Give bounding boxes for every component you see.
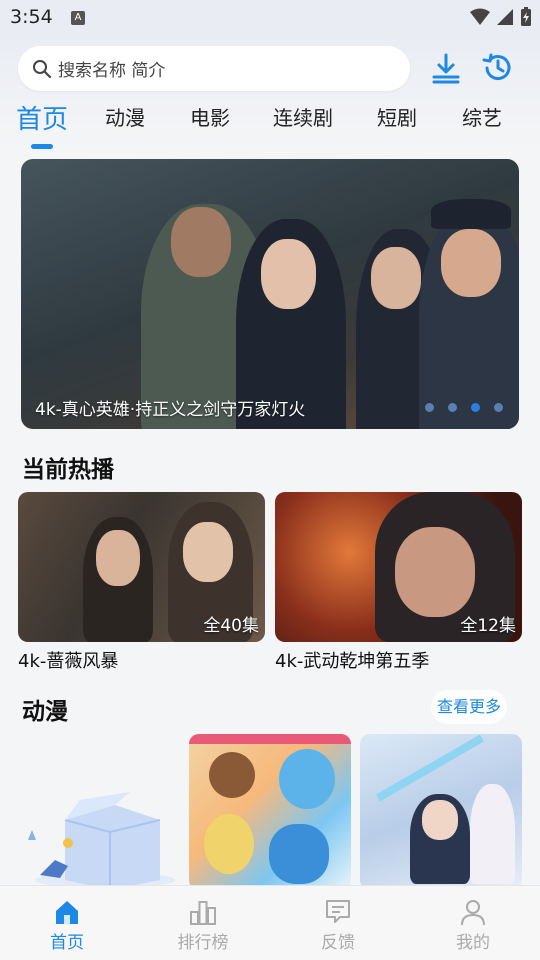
video-title: 4k-武动乾坤第五季 xyxy=(275,651,430,672)
download-icon[interactable] xyxy=(429,51,463,85)
video-card[interactable]: 全12集 4k-武动乾坤第五季 xyxy=(275,492,522,673)
tab-variety[interactable]: 综艺 xyxy=(462,102,502,131)
nav-feedback[interactable]: 反馈 xyxy=(293,886,383,960)
nav-profile[interactable]: 我的 xyxy=(428,886,518,960)
nav-home[interactable]: 首页 xyxy=(22,886,112,960)
search-icon xyxy=(33,59,52,78)
banner-image xyxy=(21,159,519,429)
video-title: 4k-蔷薇风暴 xyxy=(18,651,119,672)
system-icons xyxy=(470,7,532,27)
section-title-anime: 动漫 xyxy=(22,699,68,725)
signal-icon xyxy=(497,9,513,25)
video-thumbnail: 全12集 xyxy=(275,492,522,642)
category-tabs: 首页 动漫 电影 连续剧 短剧 综艺 xyxy=(0,99,540,149)
ranking-icon xyxy=(190,901,216,925)
tab-home[interactable]: 首页 xyxy=(16,99,68,136)
wifi-icon xyxy=(470,8,490,25)
carousel-dot[interactable] xyxy=(448,403,457,412)
feedback-icon xyxy=(326,900,350,923)
active-tab-indicator xyxy=(31,144,53,149)
view-more-button[interactable]: 查看更多 xyxy=(431,690,507,724)
anime-thumbnail xyxy=(189,734,351,890)
battery-icon xyxy=(521,7,531,26)
empty-state-illustration xyxy=(20,780,180,890)
bottom-navigation: 首页 排行榜 反馈 我的 xyxy=(0,885,540,960)
tab-series[interactable]: 连续剧 xyxy=(273,102,333,131)
tab-short-drama[interactable]: 短剧 xyxy=(377,102,417,131)
status-bar: 3:54 A xyxy=(0,0,540,36)
episode-badge: 全40集 xyxy=(203,616,259,636)
section-title-hot: 当前热播 xyxy=(22,457,114,483)
tab-anime[interactable]: 动漫 xyxy=(105,102,145,131)
nav-home-label: 首页 xyxy=(50,933,84,953)
notification-a-icon: A xyxy=(71,11,85,25)
nav-ranking[interactable]: 排行榜 xyxy=(158,886,248,960)
anime-thumbnail xyxy=(360,734,522,890)
tab-movie[interactable]: 电影 xyxy=(190,102,230,131)
nav-feedback-label: 反馈 xyxy=(321,933,355,953)
video-thumbnail: 全40集 xyxy=(18,492,265,642)
history-icon[interactable] xyxy=(481,51,515,85)
search-placeholder: 搜索名称 简介 xyxy=(58,61,166,81)
carousel-dots xyxy=(425,403,503,412)
banner-carousel[interactable]: 4k-真心英雄·持正义之剑守万家灯火 xyxy=(21,159,519,429)
status-time: 3:54 xyxy=(10,6,53,28)
profile-icon xyxy=(461,900,485,926)
header: 搜索名称 简介 首页 动漫 电影 连续剧 短剧 综艺 xyxy=(0,36,540,149)
nav-profile-label: 我的 xyxy=(456,933,490,953)
nav-ranking-label: 排行榜 xyxy=(177,933,229,953)
episode-badge: 全12集 xyxy=(460,616,516,636)
carousel-dot[interactable] xyxy=(494,403,503,412)
carousel-dot-active[interactable] xyxy=(471,403,480,412)
home-icon xyxy=(56,901,78,924)
anime-card[interactable] xyxy=(360,734,522,890)
anime-card[interactable] xyxy=(189,734,351,890)
search-input[interactable]: 搜索名称 简介 xyxy=(18,46,410,91)
banner-caption: 4k-真心英雄·持正义之剑守万家灯火 xyxy=(35,400,306,420)
video-card[interactable]: 全40集 4k-蔷薇风暴 xyxy=(18,492,265,673)
carousel-dot[interactable] xyxy=(425,403,434,412)
